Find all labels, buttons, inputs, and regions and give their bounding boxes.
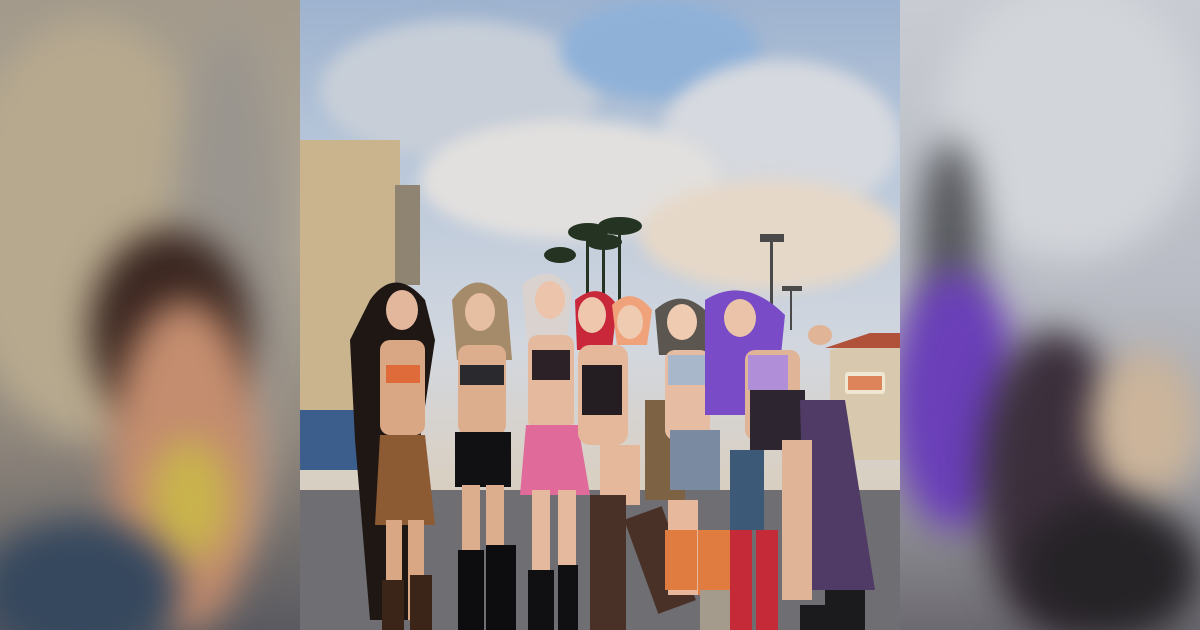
person xyxy=(452,282,516,630)
blurred-right-panel xyxy=(900,0,1200,630)
group-photo xyxy=(300,0,900,630)
image-canvas xyxy=(0,0,1200,630)
blurred-left-panel xyxy=(0,0,300,630)
people-group xyxy=(350,273,875,630)
